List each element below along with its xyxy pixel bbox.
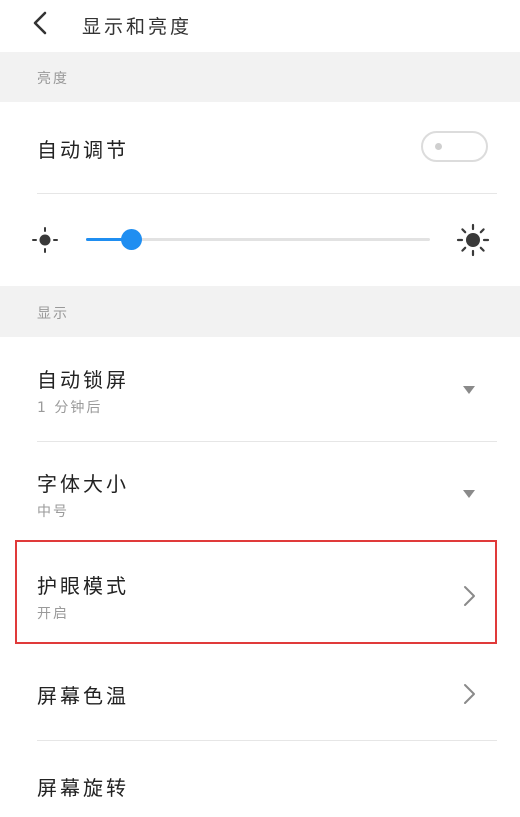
page-title: 显示和亮度 [82,16,193,38]
item-title: 自动锁屏 [37,368,129,392]
brightness-slider[interactable] [86,229,430,250]
chevron-right-icon[interactable] [462,683,476,705]
item-value: 中号 [37,504,69,520]
section-label: 亮度 [37,71,69,87]
divider [37,740,497,741]
item-title: 屏幕旋转 [37,776,129,800]
slider-thumb[interactable] [120,229,142,250]
item-value: 1 分钟后 [37,400,103,416]
item-value: 开启 [37,606,69,622]
dropdown-arrow-icon[interactable] [462,385,476,395]
sun-large-icon [456,223,490,257]
item-title: 护眼模式 [37,574,129,598]
section-header-display: 显示 [0,286,520,337]
dropdown-arrow-icon[interactable] [462,489,476,499]
auto-adjust-toggle[interactable] [421,131,488,162]
item-title: 字体大小 [37,472,129,496]
section-header-brightness: 亮度 [0,52,520,102]
item-title: 屏幕色温 [37,684,129,708]
divider [37,441,497,442]
chevron-left-icon[interactable] [28,10,54,36]
top-bar: 显示和亮度 [0,0,520,52]
divider [37,193,497,194]
auto-adjust-label: 自动调节 [37,138,129,162]
sun-small-icon [32,227,58,253]
toggle-knob [435,143,442,150]
section-label: 显示 [37,306,69,322]
chevron-right-icon[interactable] [462,585,476,607]
